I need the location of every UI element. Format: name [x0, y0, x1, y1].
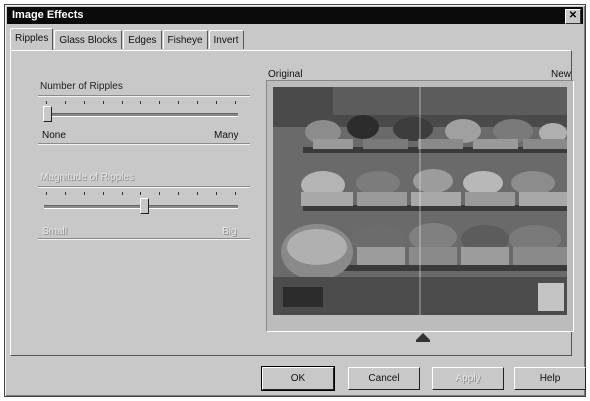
number-max-label: Many: [214, 130, 239, 141]
cancel-button[interactable]: Cancel: [348, 367, 420, 390]
original-label: Original: [268, 69, 303, 80]
number-min-label: None: [42, 130, 66, 141]
tab-invert[interactable]: Invert: [208, 30, 244, 49]
preview-frame: [266, 80, 574, 332]
magnitude-ticks: [46, 192, 236, 196]
number-slider-thumb[interactable]: [43, 106, 52, 122]
new-label: New: [551, 69, 572, 80]
tab-ripples[interactable]: Ripples: [10, 28, 54, 50]
magnitude-slider-thumb[interactable]: [139, 198, 149, 214]
tab-glass-blocks-label: Glass Blocks: [59, 35, 118, 46]
tab-edges-label: Edges: [128, 35, 157, 46]
tab-invert-label: Invert: [213, 35, 239, 46]
title-bar[interactable]: Image Effects ✕: [7, 7, 583, 24]
number-of-ripples-label: Number of Ripples: [40, 81, 123, 92]
help-button[interactable]: Help: [514, 367, 586, 390]
apply-button[interactable]: Apply: [432, 367, 504, 390]
close-icon: ✕: [568, 10, 578, 21]
magnitude-group-bottom-divider: [38, 238, 250, 240]
magnitude-of-ripples-label: Magnitude of Ripples: [40, 172, 134, 183]
magnitude-max-label: Big: [222, 226, 237, 237]
number-ticks: [46, 101, 236, 105]
preview-image: [273, 87, 567, 315]
close-button[interactable]: ✕: [565, 9, 581, 24]
tab-fisheye-label: Fisheye: [167, 35, 203, 46]
number-slider-track[interactable]: [44, 113, 238, 117]
tab-ripples-label: Ripples: [15, 33, 49, 44]
market-stall-photo: [273, 87, 567, 315]
effect-tabs: Ripples Glass Blocks Edges Fisheye Inver…: [10, 28, 245, 50]
split-position-arrow[interactable]: [416, 333, 430, 342]
number-group-bottom-divider: [38, 143, 250, 145]
tab-glass-blocks[interactable]: Glass Blocks: [54, 30, 123, 49]
number-group-top-divider: [38, 95, 250, 97]
tab-edges[interactable]: Edges: [123, 30, 162, 49]
ok-button[interactable]: OK: [261, 366, 335, 391]
magnitude-group-top-divider: [38, 186, 250, 188]
magnitude-min-label: Small: [42, 226, 68, 237]
tab-fisheye[interactable]: Fisheye: [162, 30, 208, 49]
dialog-title: Image Effects: [12, 9, 84, 21]
